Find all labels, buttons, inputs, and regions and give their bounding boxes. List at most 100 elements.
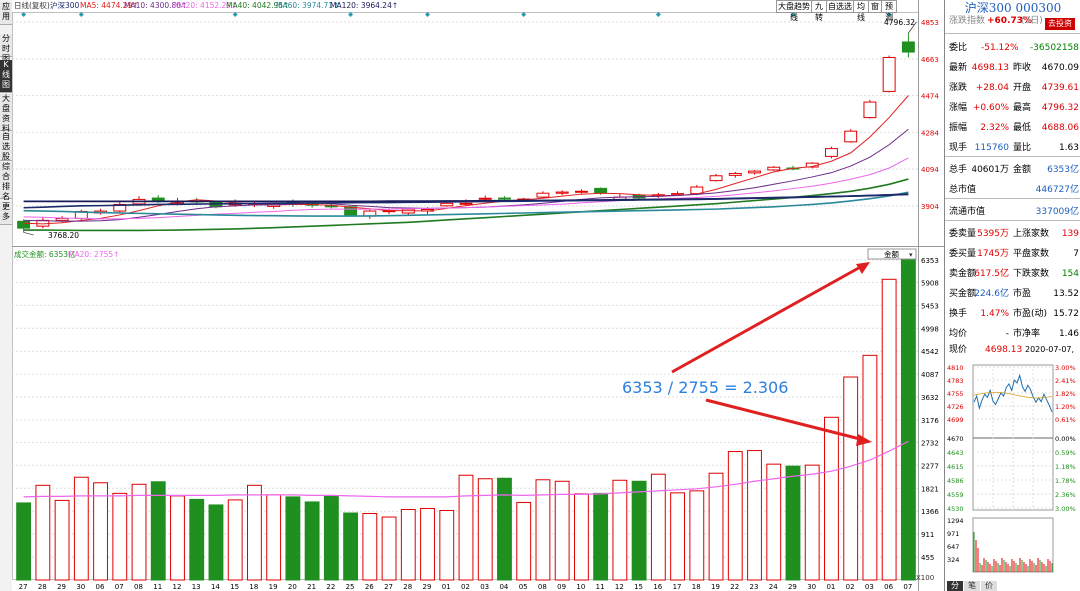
candle	[824, 146, 838, 159]
x-axis-tick: 01	[442, 583, 451, 591]
tab-apps[interactable]: 应用	[0, 2, 12, 25]
candle	[882, 55, 896, 93]
mini-right-tick: 0.61%	[1055, 416, 1076, 424]
quote-label: 涨跌	[949, 83, 968, 93]
volume-bar	[400, 508, 416, 581]
mini-vol-tick: 971	[947, 530, 959, 538]
mini-right-tick: 1.20%	[1055, 403, 1076, 411]
quote-value: 40601万	[971, 165, 1009, 175]
quote-value: 115760	[974, 143, 1009, 153]
volume-bar	[227, 499, 243, 581]
quote-value-2: 4796.32	[1041, 103, 1079, 113]
quote-value-2: 13.52	[1053, 289, 1079, 299]
quote-label: 涨跌指数	[949, 16, 986, 26]
volume-bar	[381, 516, 397, 581]
volume-bar	[881, 278, 897, 581]
mini-left-tick: 4810	[947, 364, 964, 372]
intraday-mini-chart[interactable]: 4810 4783 4755 4726 4699 4670 4643 4615 4586 4559…	[945, 360, 1080, 582]
candle	[767, 166, 781, 171]
trend-line-button[interactable]: 大盘趋势线	[776, 0, 812, 22]
volume-axis-tick: 2732	[921, 439, 939, 447]
quote-label: 最新	[949, 63, 968, 73]
volume-bar	[304, 501, 320, 581]
tab-ranking[interactable]: 综合排名	[0, 162, 12, 201]
x-axis-tick: 06	[96, 583, 105, 591]
volume-bar	[554, 480, 570, 581]
volume-axis-tick: 3176	[921, 417, 939, 425]
x-axis-tick: 25	[346, 583, 355, 591]
header-label: 日线(复权)	[14, 0, 50, 10]
quote-panel: 沪深300 000300 涨跌指数 +60.73% (3日) 去投资 委比 -51…	[944, 0, 1080, 591]
tab-kline[interactable]: K线图	[0, 60, 12, 93]
quote-extra: (3日)	[1021, 16, 1043, 26]
tab-minute[interactable]: 分	[947, 581, 963, 591]
volume-axis-tick: 4542	[921, 348, 939, 356]
quote-row: 总市值 446727亿	[945, 180, 1080, 200]
volume-bar	[477, 478, 493, 581]
header-ma120: MA120: 3964.24↑	[330, 1, 398, 10]
mini-right-tick: 1.82%	[1055, 390, 1076, 398]
volume-bar	[593, 492, 609, 581]
volume-bar	[150, 481, 166, 581]
tab-price[interactable]: 价	[981, 581, 997, 591]
tab-intraday[interactable]: 分时图	[0, 34, 12, 63]
quote-value: 337009亿	[1035, 207, 1079, 217]
volume-bar	[708, 472, 724, 581]
window-button[interactable]: 窗	[868, 0, 882, 13]
quote-label-2: 下跌家数	[1013, 269, 1050, 279]
tab-watchlist[interactable]: 自选股	[0, 132, 12, 161]
volume-bar	[766, 463, 782, 581]
quote-label-2: 市盈	[1013, 289, 1032, 299]
volume-axis-tick: 1366	[921, 508, 939, 516]
quote-label: 现手	[949, 143, 968, 153]
mini-left-tick: 4530	[947, 505, 964, 513]
quote-value: 4698.13	[971, 63, 1009, 73]
quote-row: 现手 115760 量比 1.63	[945, 138, 1080, 158]
quote-row: 涨跌 +28.04 开盘 4739.61	[945, 78, 1080, 98]
self-select-button[interactable]: 自选选	[826, 0, 854, 13]
x-axis-tick: 22	[326, 583, 335, 591]
volume-bar	[54, 499, 70, 581]
invest-button[interactable]: 去投资	[1045, 18, 1075, 30]
mini-right-tick: 0.59%	[1055, 449, 1076, 457]
ratio-annotation: 6353 / 2755 = 2.306	[622, 378, 788, 397]
mini-right-tick: 1.78%	[1055, 477, 1076, 485]
quote-value-2: 6353亿	[1047, 165, 1079, 175]
kline-chart[interactable]: 4853 4663 4474 4284 4094 3904 6353 5908 5453 499…	[12, 0, 944, 591]
volume-bar	[247, 484, 262, 581]
volume-bar	[35, 484, 51, 581]
x-axis-tick: 10	[576, 583, 585, 591]
forecast-button[interactable]: 预测	[881, 0, 897, 22]
mini-right-tick: 3.00%	[1055, 505, 1076, 513]
x-axis-tick: 16	[653, 583, 662, 591]
tab-more[interactable]: 更多	[0, 202, 12, 225]
mini-right-tick: 3.00%	[1055, 364, 1076, 372]
ma-button[interactable]: 均线	[853, 0, 869, 22]
quote-row: 总手 40601万 金额 6353亿	[945, 160, 1080, 180]
tab-tick[interactable]: 笔	[964, 581, 980, 591]
mini-left-tick: 4643	[947, 449, 964, 457]
quote-row: 涨幅 +0.60% 最高 4796.32	[945, 98, 1080, 118]
nine-turn-button[interactable]: 九转	[811, 0, 827, 22]
mini-vol-tick: 324	[947, 556, 959, 564]
volume-bar	[131, 483, 147, 581]
volume-bar	[747, 450, 762, 581]
price-axis-tick: 4663	[921, 56, 939, 64]
quote-label: 委买量	[949, 249, 977, 259]
volume-bar	[785, 465, 801, 581]
volume-bar	[112, 492, 128, 581]
volume-bar	[727, 451, 743, 581]
tab-market-info[interactable]: 大盘资料	[0, 94, 12, 133]
mini-left-tick: 4783	[947, 377, 964, 385]
mini-left-tick: 4755	[947, 390, 964, 398]
quote-label-2: 平盘家数	[1013, 249, 1050, 259]
candle	[863, 99, 877, 119]
volume-axis-tick: 4087	[921, 371, 939, 379]
x-axis-tick: 13	[192, 583, 201, 591]
volume-bar	[343, 512, 359, 581]
x-axis-tick: 17	[673, 583, 682, 591]
volume-bar	[458, 474, 474, 581]
x-axis-tick: 01	[826, 583, 835, 591]
volume-bar	[285, 496, 301, 581]
mini-vol-tick: 1294	[947, 517, 964, 525]
